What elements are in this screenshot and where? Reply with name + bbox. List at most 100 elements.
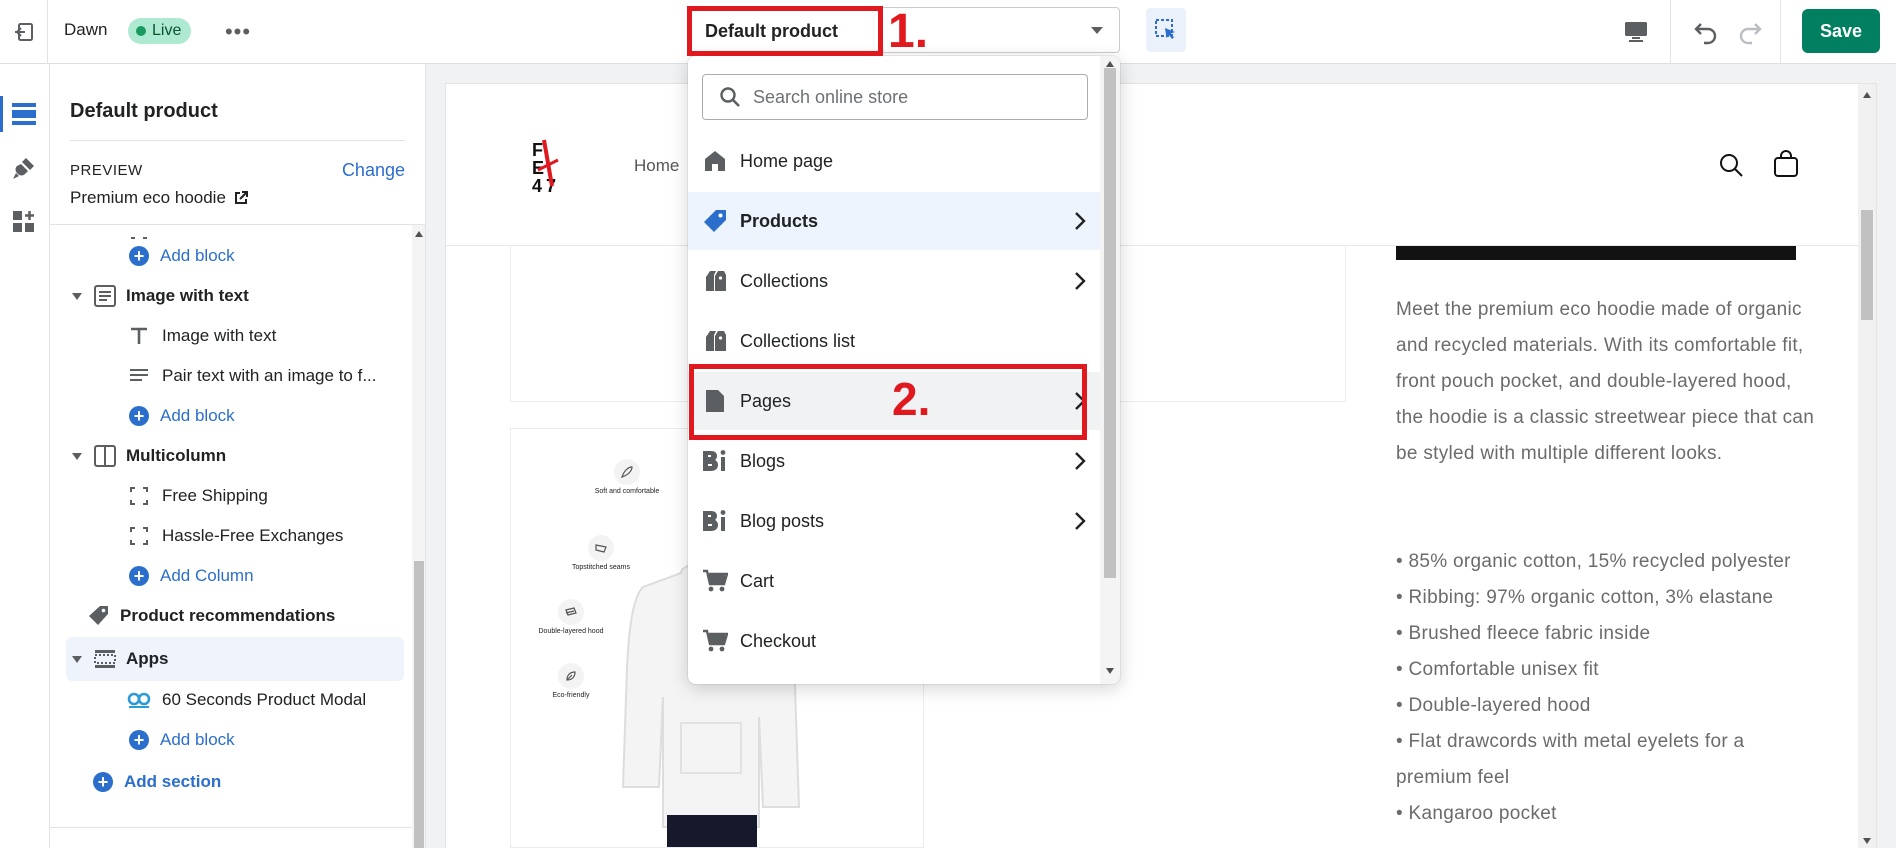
add-block-button[interactable]: + Add block (66, 397, 404, 435)
apps-section-icon (92, 646, 118, 672)
menu-item-blog-posts[interactable]: Blog posts (688, 492, 1100, 550)
block-app-modal[interactable]: 60 Seconds Product Modal (66, 681, 404, 719)
scroll-down-arrow-icon[interactable] (1863, 838, 1871, 844)
product-description: Meet the premium eco hoodie made of orga… (1396, 299, 1815, 464)
scroll-up-arrow-icon[interactable] (1106, 61, 1114, 67)
dropdown-scroll-thumb[interactable] (1104, 68, 1116, 578)
add-block-label: Add block (160, 246, 235, 265)
store-nav-home-link[interactable]: Home (634, 156, 679, 176)
online-store-search[interactable] (702, 74, 1088, 120)
fabric-icon (558, 599, 584, 625)
tree-divider (50, 827, 412, 828)
caret-down-icon (72, 292, 82, 300)
menu-item-label: Products (740, 210, 819, 231)
exit-button[interactable] (0, 0, 48, 64)
block-hassle-free[interactable]: Hassle-Free Exchanges (66, 517, 404, 555)
menu-item-label: Blog posts (740, 510, 825, 531)
preview-scroll-thumb[interactable] (1861, 210, 1873, 320)
menu-item-label: Home page (740, 150, 834, 171)
undo-icon (1694, 23, 1717, 45)
add-circle-icon: + (90, 769, 116, 795)
bullet-item: • Brushed fleece fabric inside (1396, 623, 1651, 644)
feature-eco: Eco-friendly (531, 663, 611, 699)
chevron-right-icon (1075, 512, 1086, 530)
exit-icon (14, 23, 33, 41)
select-inspector-icon (1155, 19, 1175, 39)
blog-post-icon (702, 508, 728, 534)
left-rail (0, 64, 50, 848)
search-icon (720, 87, 740, 107)
bullet-item: • Kangaroo pocket (1396, 803, 1557, 824)
add-to-cart-bar[interactable] (1396, 246, 1796, 260)
menu-item-home-page[interactable]: Home page (688, 132, 1100, 190)
save-button[interactable]: Save (1802, 9, 1880, 53)
svg-text:F: F (532, 140, 543, 160)
sixty-seconds-app-icon (126, 687, 152, 713)
leaf-icon (558, 663, 584, 689)
add-block-button[interactable]: + Add block (66, 721, 404, 759)
text-icon (126, 323, 152, 349)
more-actions-button[interactable]: ••• (222, 16, 254, 48)
add-block-label: Add block (160, 730, 235, 749)
block-label: 60 Seconds Product Modal (162, 690, 367, 709)
more-horizontal-icon: ••• (224, 19, 252, 44)
section-label: Image with text (126, 286, 249, 305)
scroll-down-arrow-icon[interactable] (1106, 668, 1114, 674)
device-preview-button[interactable] (1618, 14, 1654, 50)
add-block-button[interactable]: + Add block (66, 237, 404, 275)
block-image-with-text[interactable]: Image with text (66, 317, 404, 355)
block-label: Pair text with an image to f... (162, 366, 377, 385)
redo-icon (1739, 23, 1762, 45)
tag-icon (702, 208, 728, 234)
inspector-toggle-button[interactable] (1146, 8, 1186, 52)
bullet-item: • Double-layered hood (1396, 695, 1591, 716)
menu-item-products[interactable]: Products (688, 192, 1100, 250)
rail-sections-button[interactable] (0, 90, 48, 138)
redo-button[interactable] (1730, 12, 1770, 52)
add-circle-icon: + (126, 403, 152, 429)
menu-item-collections-list[interactable]: Collections list (688, 312, 1100, 370)
menu-item-collections[interactable]: Collections (688, 252, 1100, 310)
live-dot-icon (136, 26, 146, 36)
product-bullets: • 85% organic cotton, 15% recycled polye… (1396, 544, 1816, 832)
block-free-shipping[interactable]: Free Shipping (66, 477, 404, 515)
scroll-up-arrow-icon[interactable] (415, 231, 423, 237)
add-section-button[interactable]: + Add section (66, 763, 404, 801)
add-circle-icon: + (126, 563, 152, 589)
sidebar-scroll-thumb[interactable] (414, 561, 424, 848)
block-pair-text[interactable]: Pair text with an image to f... (66, 357, 404, 395)
rail-theme-settings-button[interactable] (0, 144, 48, 192)
change-preview-link[interactable]: Change (342, 160, 405, 181)
live-badge: Live (128, 18, 192, 44)
image-with-text-icon (92, 283, 118, 309)
bullet-item: • 85% organic cotton, 15% recycled polye… (1396, 551, 1791, 572)
rail-app-embeds-button[interactable] (0, 198, 48, 246)
section-image-with-text[interactable]: Image with text (66, 277, 404, 315)
svg-text:4: 4 (532, 176, 542, 194)
store-logo[interactable]: F E 4 7 (532, 134, 566, 194)
feature-soft: Soft and comfortable (587, 459, 667, 495)
section-multicolumn[interactable]: Multicolumn (66, 437, 404, 475)
blog-icon (702, 448, 728, 474)
search-icon[interactable] (1718, 152, 1744, 178)
preview-product[interactable]: Premium eco hoodie (70, 188, 248, 208)
add-column-button[interactable]: + Add Column (66, 557, 404, 595)
undo-button[interactable] (1686, 12, 1726, 52)
menu-item-cart[interactable]: Cart (688, 552, 1100, 610)
section-label: Multicolumn (126, 446, 227, 465)
scroll-up-arrow-icon[interactable] (1863, 92, 1871, 98)
block-label: Image with text (162, 326, 277, 345)
menu-item-checkout[interactable]: Checkout (688, 612, 1100, 670)
theme-name: Dawn (64, 20, 108, 39)
search-input[interactable] (753, 86, 1073, 108)
menu-item-blogs[interactable]: Blogs (688, 432, 1100, 490)
sections-icon (12, 103, 36, 125)
section-apps[interactable]: Apps (66, 637, 404, 681)
section-product-recommendations[interactable]: Product recommendations (66, 597, 404, 635)
cart-icon[interactable] (1772, 150, 1800, 178)
cart-icon (702, 568, 728, 594)
column-block-icon (126, 523, 152, 549)
preview-scrollbar[interactable] (1858, 84, 1876, 848)
annotation-step2-label: 2. (892, 373, 931, 425)
section-tree: + Add block Image with text Image with t… (50, 224, 425, 848)
